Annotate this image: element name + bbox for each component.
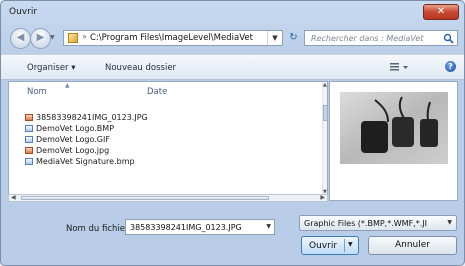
column-header-name[interactable]: Nom (27, 87, 47, 97)
vertical-scroll-thumb[interactable] (323, 105, 327, 121)
image-icon (25, 158, 33, 165)
views-icon[interactable] (390, 62, 410, 72)
address-dropdown-button[interactable]: ▼ (267, 31, 282, 45)
filename-input[interactable]: 38583398241IMG_0123.JPG ▼ (125, 219, 275, 235)
image-preview (340, 92, 448, 164)
chevron-down-icon[interactable]: ▼ (266, 223, 271, 230)
address-separator: » (82, 32, 87, 41)
back-button[interactable]: ◀ (10, 28, 31, 49)
new-folder-button[interactable]: Nouveau dossier (105, 63, 176, 73)
address-path[interactable]: C:\Program Files\ImageLevel\MediaVet (90, 33, 253, 43)
command-toolbar: Organiser ▾ Nouveau dossier ? (1, 54, 464, 80)
title-bar: Ouvrir ✕ (1, 1, 464, 23)
jpg-icon (25, 147, 33, 154)
preview-pane (329, 81, 458, 201)
scroll-right-arrow-icon[interactable]: ▶ (320, 194, 325, 201)
scroll-left-arrow-icon[interactable]: ◀ (11, 194, 16, 201)
search-icon[interactable] (443, 33, 454, 44)
forward-button[interactable]: ▶ (30, 28, 51, 49)
scroll-up-arrow-icon[interactable]: ▲ (323, 82, 327, 88)
search-input[interactable]: Rechercher dans : MediaVet (304, 30, 458, 46)
filename-label: Nom du fichier : (66, 224, 135, 234)
vertical-scrollbar[interactable]: ▲ ▼ (322, 82, 327, 200)
file-name: DemoVet Logo.GIF (36, 135, 110, 144)
file-list-pane: ▲ Nom Date 38583398241IMG_0123.JPG DemoV… (8, 81, 328, 201)
sensor-large (361, 121, 388, 153)
open-button-label: Ouvrir (309, 241, 338, 251)
image-icon (25, 125, 33, 132)
cancel-button[interactable]: Annuler (368, 236, 457, 255)
open-button[interactable]: Ouvrir ▼ (301, 236, 359, 255)
organize-menu-button[interactable]: Organiser ▾ (27, 63, 76, 73)
close-button[interactable]: ✕ (423, 4, 459, 20)
open-options-dropdown-icon[interactable]: ▼ (348, 241, 353, 248)
recent-pages-dropdown[interactable]: ▼ (50, 34, 55, 41)
refresh-button[interactable]: ↻ (285, 30, 302, 46)
file-name: DemoVet Logo.BMP (36, 124, 115, 133)
address-bar[interactable]: » C:\Program Files\ImageLevel\MediaVet ▼ (63, 30, 283, 46)
open-file-dialog: Ouvrir ✕ ◀ ▶ ▼ » C:\Program Files\ImageL… (0, 0, 465, 266)
horizontal-scrollbar[interactable]: ◀ ▶ (8, 194, 328, 202)
file-name: DemoVet Logo.jpg (36, 146, 110, 155)
sensor-medium (392, 117, 414, 147)
split-divider (344, 239, 345, 252)
search-placeholder: Rechercher dans : MediaVet (311, 34, 424, 43)
help-icon[interactable]: ? (445, 61, 456, 72)
chevron-down-icon[interactable]: ▼ (447, 219, 452, 226)
jpg-icon (25, 114, 33, 121)
file-name: MediaVet Signature.bmp (36, 157, 135, 166)
filename-value[interactable]: 38583398241IMG_0123.JPG (130, 223, 242, 232)
image-icon (25, 136, 33, 143)
file-name: 38583398241IMG_0123.JPG (36, 113, 148, 122)
dialog-title: Ouvrir (9, 7, 38, 17)
folder-icon (68, 33, 78, 43)
file-type-filter-select[interactable]: Graphic Files (*.BMP,*.WMF,*.JI ▼ (299, 215, 457, 231)
horizontal-scroll-thumb[interactable] (21, 196, 269, 200)
sort-ascending-icon: ▲ (65, 82, 70, 89)
sensor-small (420, 119, 438, 147)
file-type-filter-value: Graphic Files (*.BMP,*.WMF,*.JI (304, 219, 427, 228)
column-header-date[interactable]: Date (147, 87, 167, 97)
